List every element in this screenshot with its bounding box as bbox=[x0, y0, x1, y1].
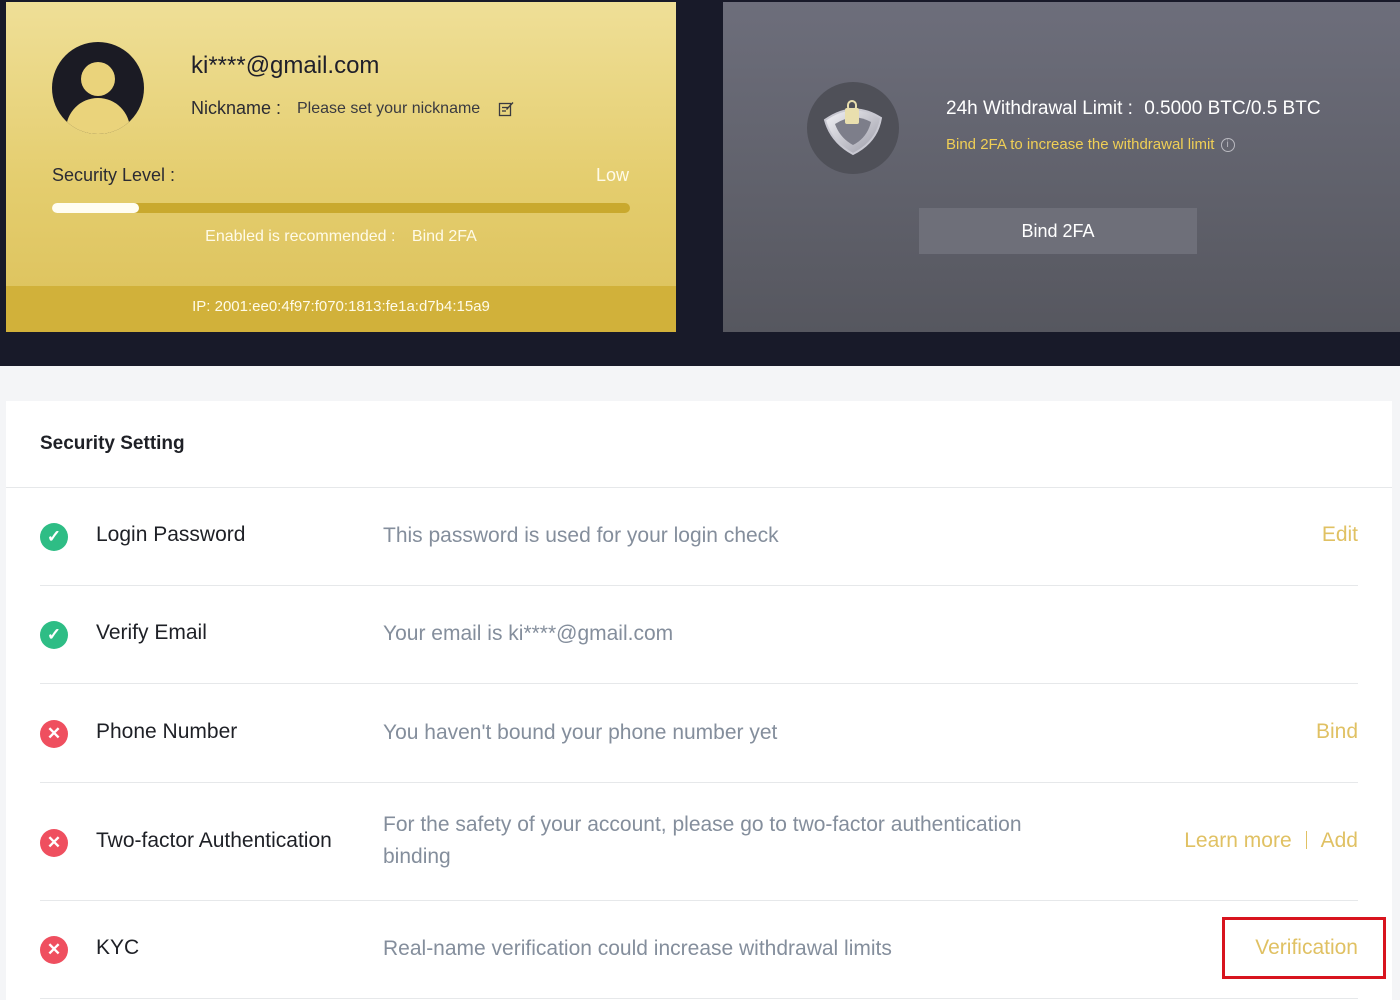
shield-icon bbox=[807, 82, 899, 174]
withdrawal-limit-card: 24h Withdrawal Limit : 0.5000 BTC/0.5 BT… bbox=[723, 2, 1400, 332]
divider bbox=[1305, 831, 1307, 849]
security-row-kyc: ✕ KYC Real-name verification could incre… bbox=[40, 901, 1358, 999]
withdrawal-limit-hint: Bind 2FA to increase the withdrawal limi… bbox=[946, 136, 1235, 153]
security-row-two-factor-auth: ✕ Two-factor Authentication For the safe… bbox=[40, 783, 1358, 901]
security-level-bar-fill bbox=[52, 203, 139, 213]
security-row-login-password: ✓ Login Password This password is used f… bbox=[40, 488, 1358, 586]
add-2fa-link[interactable]: Add bbox=[1321, 829, 1358, 852]
check-circle-icon: ✓ bbox=[40, 621, 68, 649]
withdrawal-limit-value: 0.5000 BTC/0.5 BTC bbox=[1144, 98, 1321, 119]
row-title: Phone Number bbox=[96, 720, 238, 743]
security-row-phone-number: ✕ Phone Number You haven't bound your ph… bbox=[40, 684, 1358, 783]
verification-highlight-box bbox=[1222, 917, 1386, 979]
close-circle-icon: ✕ bbox=[40, 936, 68, 964]
withdrawal-limit: 24h Withdrawal Limit : 0.5000 BTC/0.5 BT… bbox=[946, 98, 1321, 120]
nickname-value: Please set your nickname bbox=[297, 100, 481, 117]
bind-2fa-button[interactable]: Bind 2FA bbox=[919, 208, 1197, 254]
row-title: Login Password bbox=[96, 523, 246, 546]
security-level-bar bbox=[52, 203, 630, 213]
row-title: KYC bbox=[96, 936, 140, 959]
ip-address: IP: 2001:ee0:4f97:f070:1813:fe1a:d7b4:15… bbox=[6, 286, 676, 332]
account-header: ki****@gmail.com Nickname : Please set y… bbox=[0, 0, 1400, 366]
row-description: This password is used for your login che… bbox=[383, 524, 779, 547]
nickname-label: Nickname : bbox=[191, 98, 282, 118]
edit-icon[interactable] bbox=[498, 101, 514, 117]
security-setting-panel: Security Setting ✓ Login Password This p… bbox=[6, 401, 1392, 1000]
row-title: Two-factor Authentication bbox=[96, 829, 332, 852]
row-description: You haven't bound your phone number yet bbox=[383, 721, 778, 744]
user-avatar-icon bbox=[52, 42, 144, 134]
row-description: Real-name verification could increase wi… bbox=[383, 937, 892, 960]
recommendation-bind-2fa-link[interactable]: Bind 2FA bbox=[412, 228, 477, 245]
row-description: For the safety of your account, please g… bbox=[383, 813, 1022, 868]
withdrawal-limit-label: 24h Withdrawal Limit : bbox=[946, 98, 1133, 119]
check-circle-icon: ✓ bbox=[40, 523, 68, 551]
two-factor-actions: Learn more Add bbox=[1184, 829, 1358, 853]
security-level-label: Security Level : bbox=[52, 165, 176, 185]
info-icon[interactable]: i bbox=[1220, 138, 1235, 153]
security-setting-title: Security Setting bbox=[40, 433, 185, 454]
profile-card: ki****@gmail.com Nickname : Please set y… bbox=[6, 2, 676, 332]
withdrawal-limit-hint-text: Bind 2FA to increase the withdrawal limi… bbox=[946, 136, 1215, 153]
bind-phone-link[interactable]: Bind bbox=[1316, 720, 1358, 744]
row-description: Your email is ki****@gmail.com bbox=[383, 622, 674, 645]
edit-password-link[interactable]: Edit bbox=[1322, 523, 1358, 547]
security-level-value: Low bbox=[596, 165, 630, 185]
learn-more-link[interactable]: Learn more bbox=[1184, 829, 1291, 852]
close-circle-icon: ✕ bbox=[40, 720, 68, 748]
close-circle-icon: ✕ bbox=[40, 829, 68, 857]
recommendation-label: Enabled is recommended : bbox=[205, 228, 396, 245]
recommendation: Enabled is recommended : Bind 2FA bbox=[6, 228, 676, 246]
security-row-verify-email: ✓ Verify Email Your email is ki****@gmai… bbox=[40, 586, 1358, 684]
account-email: ki****@gmail.com bbox=[191, 52, 380, 79]
row-title: Verify Email bbox=[96, 621, 207, 644]
